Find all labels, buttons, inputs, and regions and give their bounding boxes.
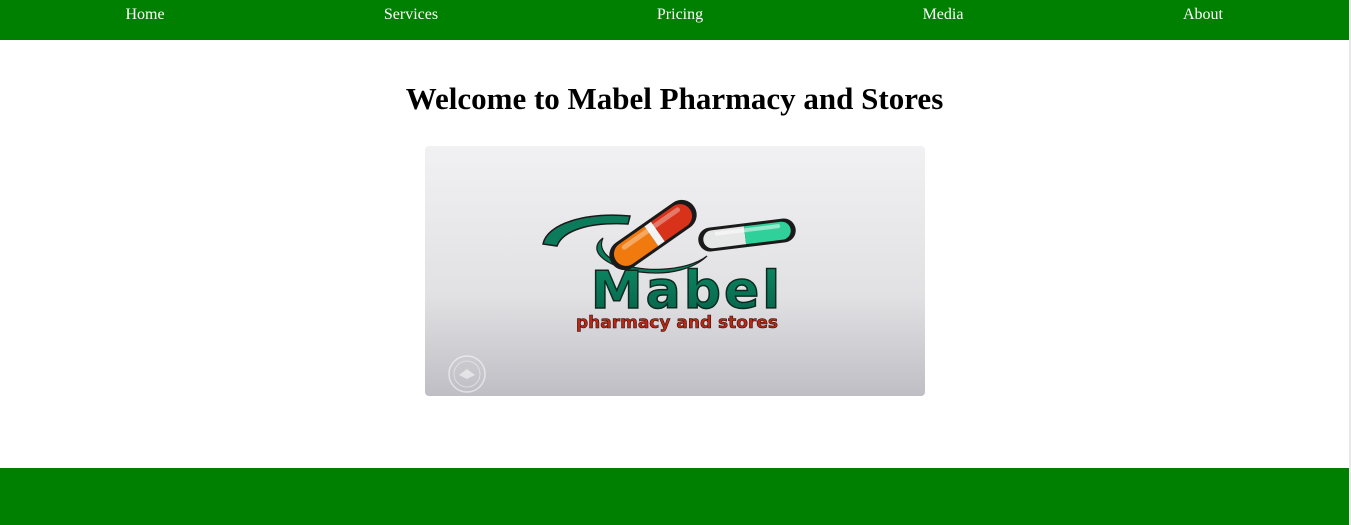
top-navbar: Home Services Pricing Media About xyxy=(0,0,1349,40)
logo-tagline-text: pharmacy and stores xyxy=(576,313,778,333)
footer-bar xyxy=(0,468,1349,525)
nav-pricing-link[interactable]: Pricing xyxy=(657,5,703,25)
nav-home-link[interactable]: Home xyxy=(125,5,164,25)
pharmacy-logo-image: Mabel pharmacy and stores xyxy=(425,146,925,396)
nav-about-link[interactable]: About xyxy=(1183,5,1223,25)
watermark-icon xyxy=(448,355,486,393)
logo-graphic: Mabel pharmacy and stores xyxy=(425,146,925,396)
nav-media-link[interactable]: Media xyxy=(923,5,964,25)
page: Home Services Pricing Media About Welcom… xyxy=(0,0,1351,525)
nav-services-link[interactable]: Services xyxy=(384,5,438,25)
logo-brand-text: Mabel xyxy=(591,261,783,321)
page-title: Welcome to Mabel Pharmacy and Stores xyxy=(405,81,944,116)
